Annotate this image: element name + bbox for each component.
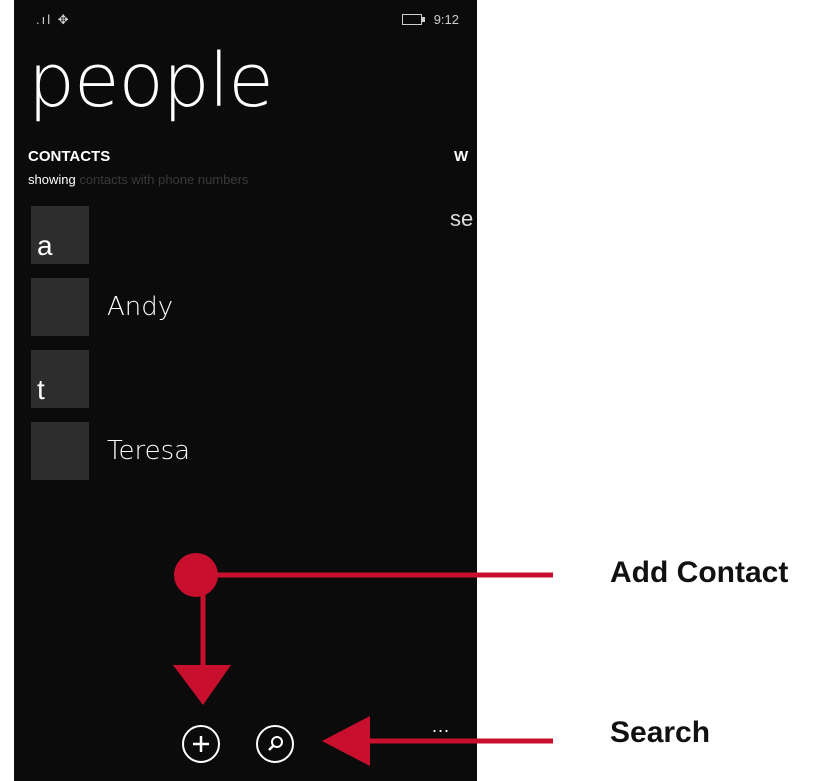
add-contact-arrow-head (173, 665, 231, 705)
annotation-overlay (173, 553, 553, 766)
annotation-add-contact: Add Contact (610, 556, 789, 589)
add-contact-callout-dot (174, 553, 218, 597)
annotation-search: Search (610, 716, 711, 749)
search-arrow-head (322, 716, 370, 766)
